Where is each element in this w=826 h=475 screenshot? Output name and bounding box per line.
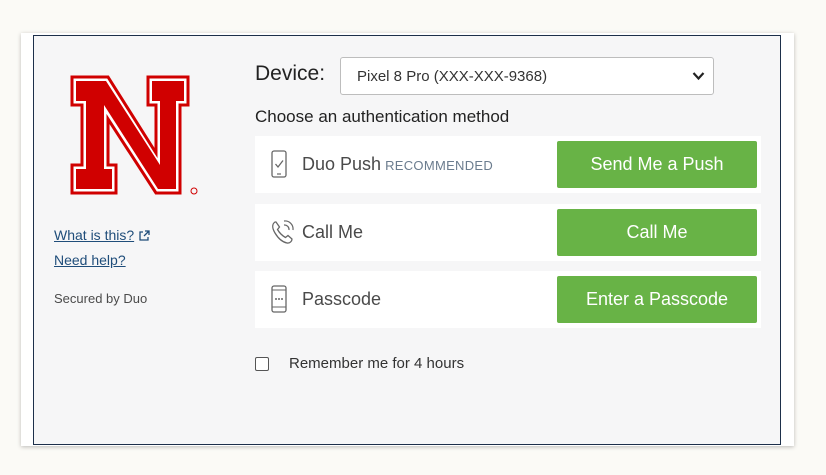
choose-method-heading: Choose an authentication method (255, 107, 510, 126)
recommended-badge: RECOMMENDED (385, 158, 494, 173)
remember-me-checkbox[interactable] (255, 356, 269, 371)
remember-me-label: Remember me for 4 hours (289, 355, 465, 372)
what-is-this-link[interactable]: What is this? (54, 227, 150, 243)
method-row-passcode: Passcode Enter a Passcode (255, 271, 761, 328)
method-row-duo-push: Duo Push RECOMMENDED Send Me a Push (255, 136, 761, 193)
call-me-button[interactable]: Call Me (557, 209, 757, 256)
device-select-value: Pixel 8 Pro (XXX-XXX-9368) (357, 68, 548, 85)
device-select[interactable]: Pixel 8 Pro (XXX-XXX-9368) (340, 57, 714, 95)
remember-me: Remember me for 4 hours (255, 355, 464, 372)
method-row-call-me: Call Me Call Me (255, 204, 761, 261)
chevron-down-icon (692, 72, 705, 81)
secured-by-text: Secured by Duo (54, 291, 148, 306)
phone-call-icon (272, 220, 294, 244)
need-help-link[interactable]: Need help? (54, 252, 126, 268)
what-is-this-label: What is this? (54, 227, 135, 243)
send-push-button[interactable]: Send Me a Push (557, 141, 757, 188)
method-name: Duo Push (302, 154, 382, 174)
device-label: Device: (255, 62, 326, 85)
method-label: Duo Push RECOMMENDED (302, 154, 493, 175)
method-name: Call Me (302, 222, 364, 242)
nebraska-n-logo (70, 75, 198, 195)
phone-check-icon (271, 150, 287, 178)
phone-passcode-icon (271, 285, 287, 313)
external-link-icon (139, 230, 150, 241)
enter-passcode-button[interactable]: Enter a Passcode (557, 276, 757, 323)
method-name: Passcode (302, 289, 382, 309)
